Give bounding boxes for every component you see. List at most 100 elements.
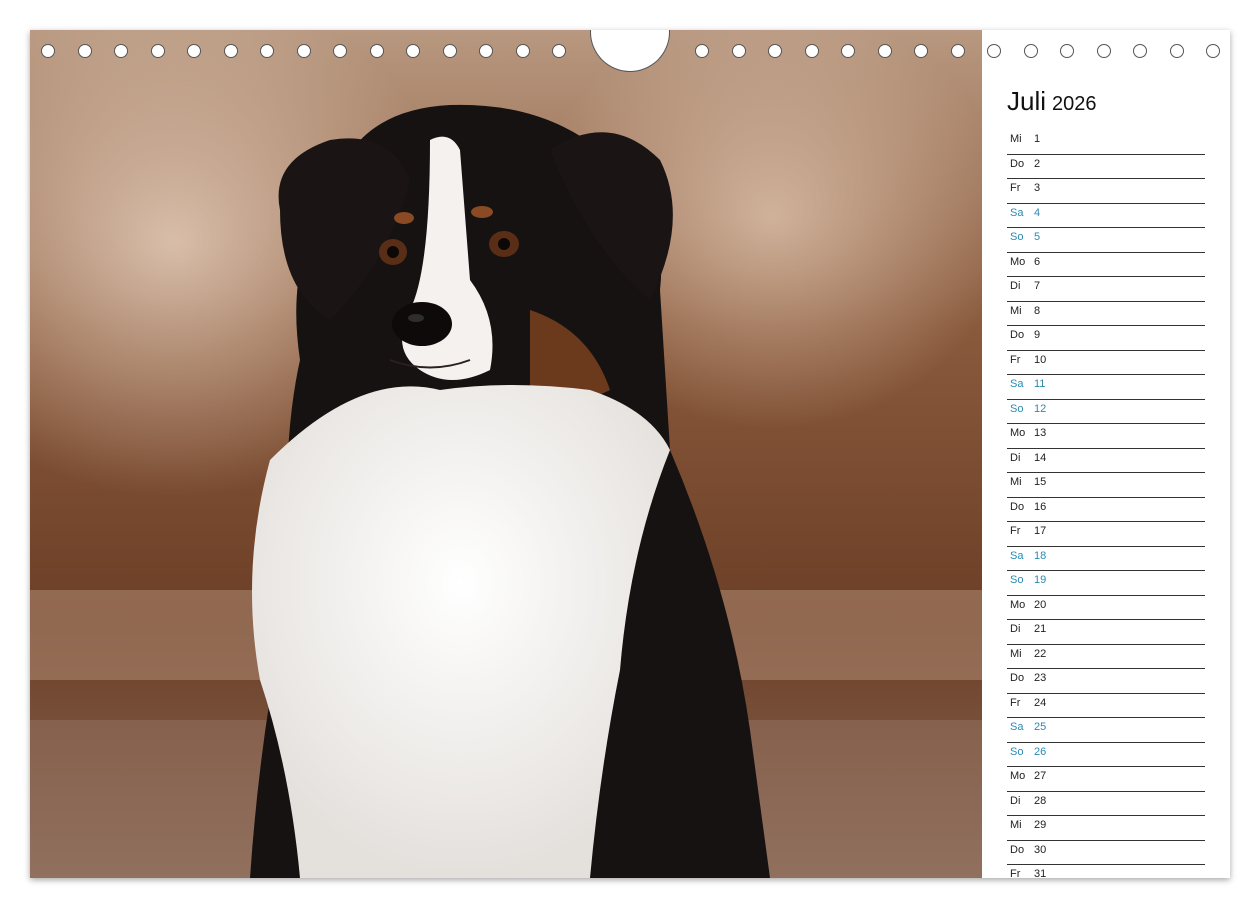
day-number: 2 (1034, 157, 1041, 170)
day-number: 30 (1034, 843, 1047, 856)
day-row: Fr 3 (1007, 179, 1205, 204)
day-number: 11 (1034, 378, 1046, 390)
weekday-label: Do (1010, 157, 1025, 170)
weekday-label: Do (1010, 843, 1025, 856)
day-number: 28 (1034, 794, 1047, 807)
weekday-label: Do (1010, 329, 1025, 341)
weekday-label: Sa (1010, 206, 1024, 219)
day-row: Mi 22 (1007, 645, 1205, 669)
day-row: Fr 10 (1007, 351, 1205, 375)
weekday-label: Do (1010, 500, 1025, 513)
day-row: Mo 20 (1007, 596, 1205, 620)
calendar-page: Juli 2026 Mi 1 Do 2 Fr 3 Sa 4 So 5 Mo 6 Di 7 Mi 8 Do 9 Fr 10… (30, 30, 1230, 878)
day-number: 31 (1034, 868, 1047, 878)
day-row: So 26 (1007, 743, 1205, 767)
weekday-label: Mi (1010, 476, 1022, 488)
day-row: Do 2 (1007, 155, 1205, 179)
day-row: So 12 (1007, 400, 1205, 424)
day-row: Di 7 (1007, 277, 1205, 302)
day-row: Do 30 (1007, 841, 1205, 865)
day-row: Mi 15 (1007, 473, 1205, 498)
year-label: 2026 (1052, 93, 1097, 115)
day-row: Di 28 (1007, 792, 1205, 816)
day-row: Do 9 (1007, 326, 1205, 351)
weekday-label: Mo (1010, 770, 1026, 782)
day-row: So 5 (1007, 228, 1205, 253)
day-number: 21 (1034, 623, 1047, 635)
weekday-label: Mi (1010, 819, 1022, 831)
weekday-label: So (1010, 574, 1024, 586)
day-row: Sa 4 (1007, 204, 1205, 228)
day-number: 18 (1034, 549, 1047, 562)
day-number: 9 (1034, 329, 1041, 341)
day-number: 27 (1034, 770, 1047, 782)
day-row: Di 14 (1007, 449, 1205, 473)
weekday-label: Di (1010, 623, 1021, 635)
day-number: 24 (1034, 696, 1047, 709)
day-number: 29 (1034, 819, 1047, 831)
weekday-label: Mi (1010, 304, 1022, 317)
day-number: 12 (1034, 402, 1047, 415)
day-number: 20 (1034, 598, 1047, 611)
day-number: 8 (1034, 304, 1041, 317)
weekday-label: Mo (1010, 598, 1026, 611)
dog-illustration (30, 30, 982, 878)
weekday-label: Di (1010, 280, 1021, 292)
day-row: Sa 11 (1007, 375, 1205, 400)
weekday-label: So (1010, 745, 1024, 758)
day-number: 4 (1034, 206, 1041, 219)
day-number: 19 (1034, 574, 1047, 586)
weekday-label: Di (1010, 794, 1021, 807)
day-row: Mi 29 (1007, 816, 1205, 841)
weekday-label: Sa (1010, 721, 1024, 733)
day-row: Fr 31 (1007, 865, 1205, 878)
day-number: 10 (1034, 353, 1047, 366)
weekday-label: Fr (1010, 182, 1021, 194)
weekday-label: Mi (1010, 133, 1022, 145)
dog-photo (30, 30, 982, 878)
day-row: Mo 27 (1007, 767, 1205, 792)
day-row: Mi 1 (1007, 130, 1205, 155)
day-row: Do 16 (1007, 498, 1205, 522)
weekday-label: Fr (1010, 868, 1021, 878)
day-row: Mo 13 (1007, 424, 1205, 449)
day-number: 1 (1034, 133, 1041, 145)
day-number: 14 (1034, 451, 1047, 464)
day-number: 25 (1034, 721, 1047, 733)
weekday-label: Sa (1010, 549, 1024, 562)
day-number: 7 (1034, 280, 1041, 292)
weekday-label: Di (1010, 451, 1021, 464)
weekday-label: Do (1010, 672, 1025, 684)
day-list: Mi 1 Do 2 Fr 3 Sa 4 So 5 Mo 6 Di 7 Mi 8 Do 9 Fr 10 Sa 11 So 12 M… (1007, 130, 1205, 878)
weekday-label: Fr (1010, 696, 1021, 709)
day-number: 15 (1034, 476, 1047, 488)
day-number: 5 (1034, 231, 1041, 243)
weekday-label: Fr (1010, 525, 1021, 537)
day-row: Sa 18 (1007, 547, 1205, 571)
weekday-label: Sa (1010, 378, 1024, 390)
weekday-label: Mo (1010, 255, 1026, 268)
day-row: Do 23 (1007, 669, 1205, 694)
month-title: Juli 2026 (1007, 86, 1097, 117)
day-row: Fr 24 (1007, 694, 1205, 718)
day-number: 16 (1034, 500, 1047, 513)
day-number: 26 (1034, 745, 1047, 758)
day-number: 22 (1034, 647, 1047, 660)
day-number: 13 (1034, 427, 1047, 439)
day-number: 3 (1034, 182, 1041, 194)
day-row: Sa 25 (1007, 718, 1205, 743)
day-number: 23 (1034, 672, 1047, 684)
day-row: Mo 6 (1007, 253, 1205, 277)
weekday-label: So (1010, 231, 1024, 243)
day-row: Fr 17 (1007, 522, 1205, 547)
weekday-label: Fr (1010, 353, 1021, 366)
day-number: 6 (1034, 255, 1041, 268)
day-row: So 19 (1007, 571, 1205, 596)
weekday-label: Mi (1010, 647, 1022, 660)
month-name: Juli (1007, 86, 1047, 116)
weekday-label: So (1010, 402, 1024, 415)
day-row: Di 21 (1007, 620, 1205, 645)
weekday-label: Mo (1010, 427, 1026, 439)
day-row: Mi 8 (1007, 302, 1205, 326)
calendar-sidebar: Juli 2026 Mi 1 Do 2 Fr 3 Sa 4 So 5 Mo 6 Di 7 Mi 8 Do 9 Fr 10… (982, 30, 1230, 878)
